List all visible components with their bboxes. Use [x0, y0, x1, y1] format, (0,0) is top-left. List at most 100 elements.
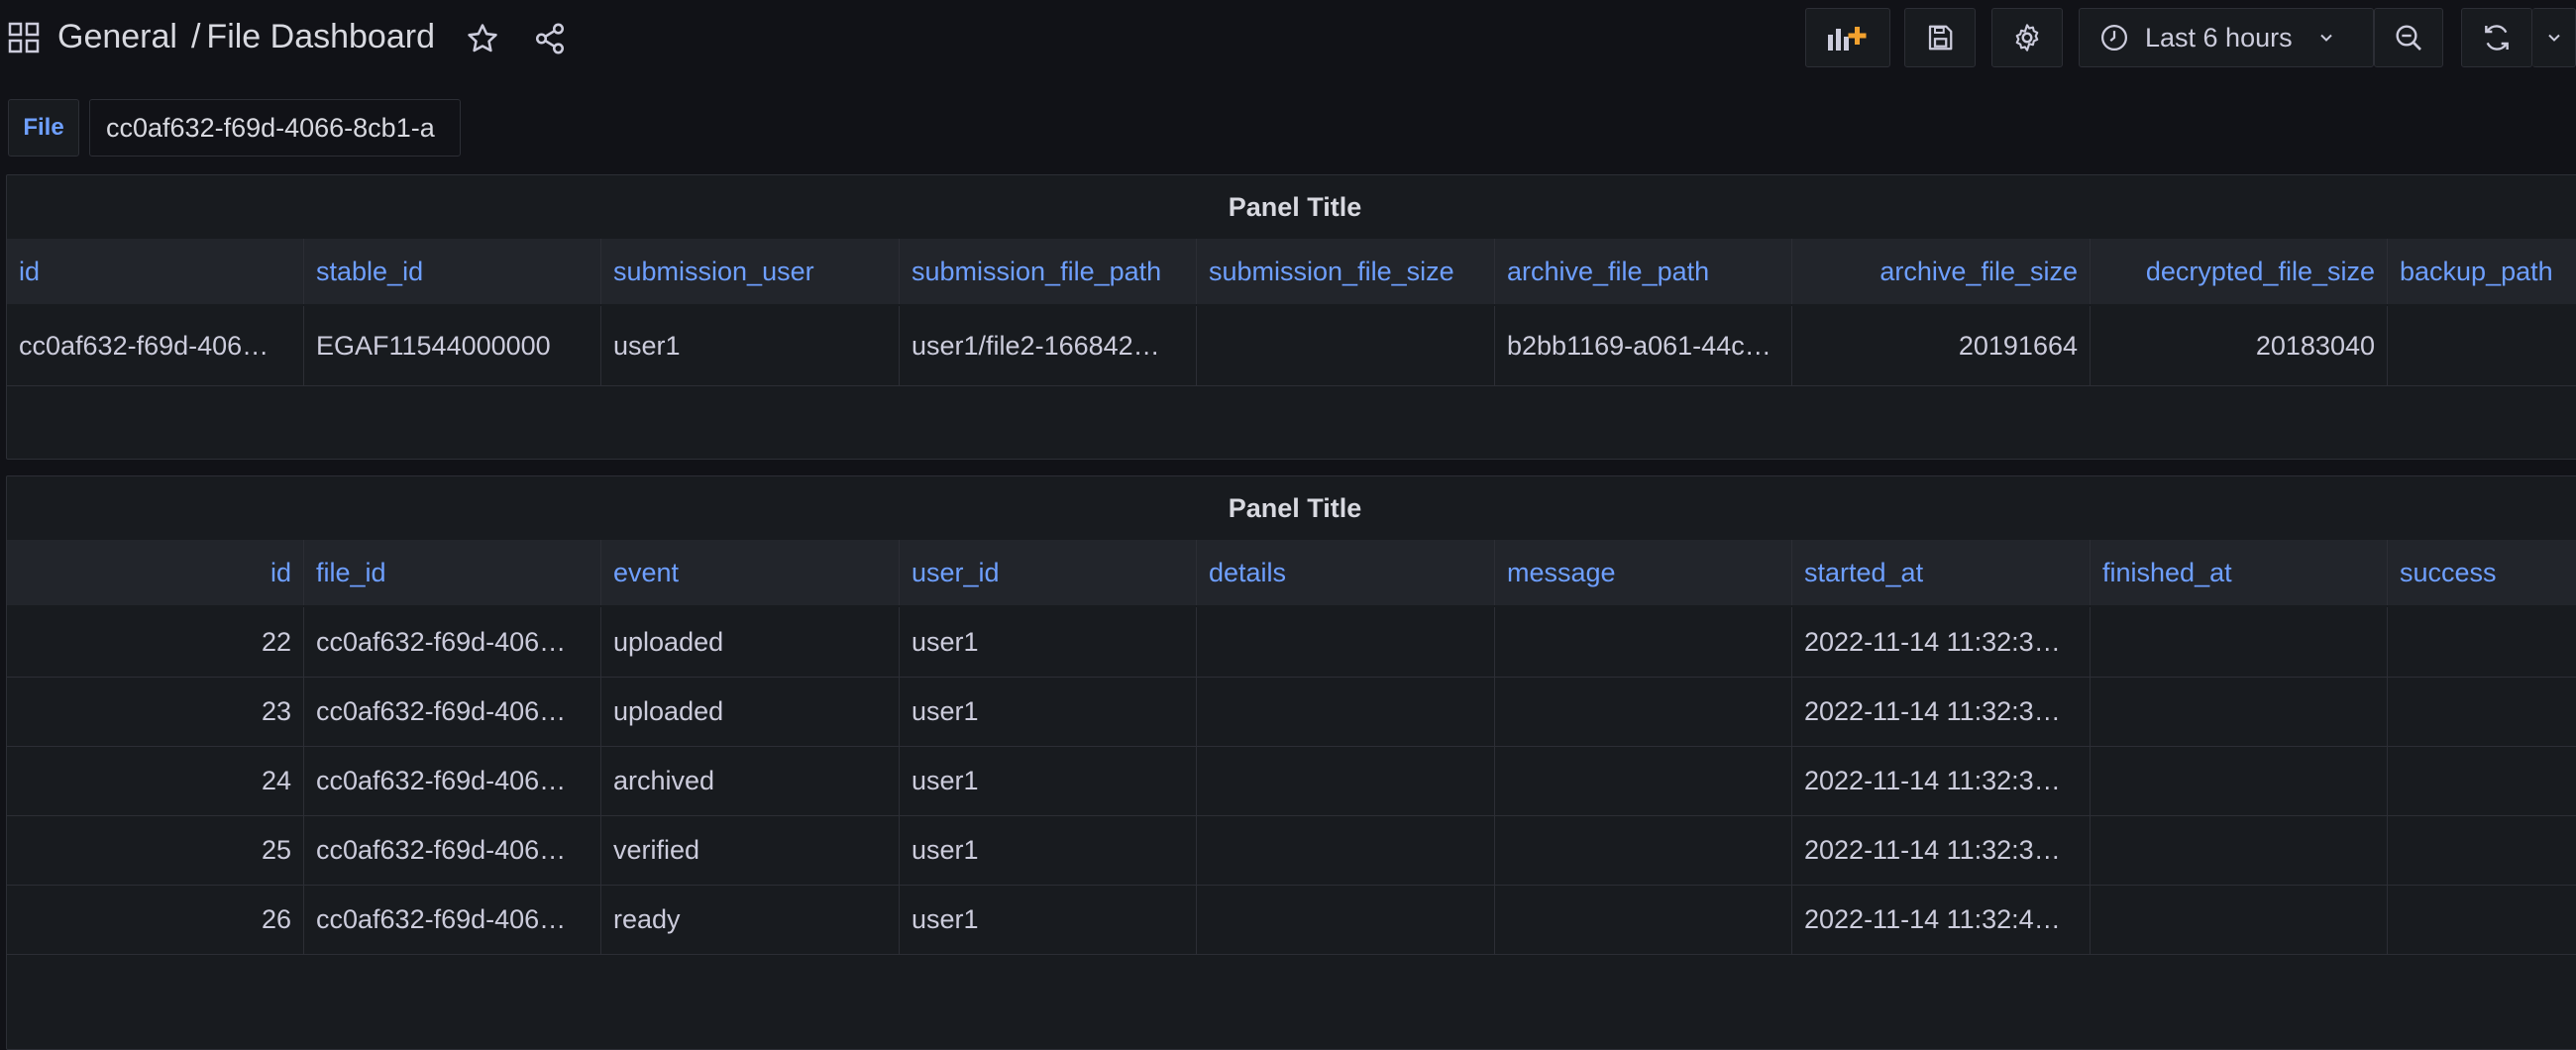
column-header[interactable]: finished_at: [2091, 540, 2388, 605]
table-cell: 2022-11-14 11:32:3…: [1792, 746, 2091, 815]
table-cell: [2388, 815, 2576, 885]
table-header: id stable_id submission_user submission_fil…: [7, 239, 2576, 304]
table-cell: cc0af632-f69d-406…: [7, 306, 304, 385]
table-row: 22 cc0af632-f69d-406… uploaded user1 2022-11…: [7, 607, 2576, 678]
table-cell: verified: [601, 815, 900, 885]
refresh-icon: [2485, 25, 2509, 51]
column-header[interactable]: archive_file_path: [1495, 239, 1792, 304]
table-cell: cc0af632-f69d-406…: [304, 885, 601, 954]
table-cell: ready: [601, 885, 900, 954]
save-dashboard-button[interactable]: [1904, 8, 1976, 67]
table-cell: 24: [7, 746, 304, 815]
file-panel: Panel Title id stable_id submission_user su…: [6, 174, 2576, 460]
save-icon: [1928, 25, 1953, 51]
table-cell: [1495, 885, 1792, 954]
table-header: id file_id event user_id details message start…: [7, 540, 2576, 605]
table-cell: 2022-11-14 11:32:3…: [1792, 677, 2091, 746]
table-cell: 2022-11-14 11:32:4…: [1792, 885, 2091, 954]
column-header[interactable]: id: [7, 540, 304, 605]
table-row: 25 cc0af632-f69d-406… verified user1 2022-11…: [7, 815, 2576, 886]
table-cell: 20191664: [1792, 306, 2091, 385]
table-cell: user1: [900, 815, 1197, 885]
table-cell: [1495, 607, 1792, 677]
add-panel-button[interactable]: [1805, 8, 1890, 67]
table-cell: 22: [7, 607, 304, 677]
column-header[interactable]: backup_path: [2388, 239, 2576, 304]
table-cell: cc0af632-f69d-406…: [304, 677, 601, 746]
table-cell: user1: [900, 746, 1197, 815]
breadcrumb: General / File Dashboard: [57, 18, 449, 56]
column-header[interactable]: submission_file_size: [1197, 239, 1495, 304]
table-row: cc0af632-f69d-406… EGAF11544000000 user1 us…: [7, 306, 2576, 386]
table-cell: [2388, 885, 2576, 954]
column-header[interactable]: success: [2388, 540, 2576, 605]
refresh-interval-dropdown[interactable]: [2532, 8, 2576, 67]
table-cell: 20183040: [2091, 306, 2388, 385]
dashboard-settings-button[interactable]: [1991, 8, 2063, 67]
gear-icon: [2015, 24, 2039, 52]
table-cell: [1495, 815, 1792, 885]
table-cell: 2022-11-14 11:32:3…: [1792, 607, 2091, 677]
share-icon[interactable]: [533, 22, 567, 55]
table-cell: [2388, 306, 2576, 385]
zoom-out-icon: [2396, 25, 2421, 51]
column-header[interactable]: event: [601, 540, 900, 605]
events-panel: Panel Title id file_id event user_id details…: [6, 475, 2576, 1050]
table-cell: [2388, 607, 2576, 677]
table-cell: cc0af632-f69d-406…: [304, 607, 601, 677]
table-cell: [1197, 746, 1495, 815]
breadcrumb-separator: /: [190, 18, 201, 55]
table-cell: EGAF11544000000: [304, 306, 601, 385]
add-panel-icon: [1828, 27, 1867, 51]
table-cell: user1: [900, 607, 1197, 677]
dashboard-title[interactable]: File Dashboard: [206, 18, 435, 55]
table-cell: [2091, 815, 2388, 885]
breadcrumb-folder[interactable]: General: [57, 18, 177, 55]
column-header[interactable]: id: [7, 239, 304, 304]
column-header[interactable]: submission_file_path: [900, 239, 1197, 304]
column-header[interactable]: message: [1495, 540, 1792, 605]
table-cell: 2022-11-14 11:32:3…: [1792, 815, 2091, 885]
column-header[interactable]: stable_id: [304, 239, 601, 304]
table-cell: cc0af632-f69d-406…: [304, 815, 601, 885]
column-header[interactable]: user_id: [900, 540, 1197, 605]
clock-icon: [2101, 25, 2127, 51]
dashboards-grid-icon[interactable]: [8, 22, 40, 53]
column-header[interactable]: decrypted_file_size: [2091, 239, 2388, 304]
star-icon[interactable]: [466, 22, 499, 55]
table-row: 24 cc0af632-f69d-406… archived user1 2022-11…: [7, 746, 2576, 816]
table-cell: [1495, 746, 1792, 815]
table-cell: user1: [900, 885, 1197, 954]
file-variable-input[interactable]: cc0af632-f69d-4066-8cb1-a: [89, 99, 461, 157]
table-cell: [2091, 607, 2388, 677]
panel-title[interactable]: Panel Title: [7, 175, 2576, 239]
column-header[interactable]: file_id: [304, 540, 601, 605]
table-cell: user1: [601, 306, 900, 385]
table-cell: uploaded: [601, 677, 900, 746]
table-cell: b2bb1169-a061-44c…: [1495, 306, 1792, 385]
table-cell: archived: [601, 746, 900, 815]
column-header[interactable]: archive_file_size: [1792, 239, 2091, 304]
table-cell: 23: [7, 677, 304, 746]
table-cell: [2091, 677, 2388, 746]
chevron-down-icon: [2547, 34, 2560, 42]
time-range-picker[interactable]: Last 6 hours: [2079, 8, 2374, 67]
table-row: 23 cc0af632-f69d-406… uploaded user1 2022-11…: [7, 677, 2576, 747]
table-cell: [2091, 746, 2388, 815]
column-header[interactable]: started_at: [1792, 540, 2091, 605]
panel-title[interactable]: Panel Title: [7, 476, 2576, 540]
table-cell: [1197, 885, 1495, 954]
table-row: 26 cc0af632-f69d-406… ready user1 2022-11-14…: [7, 885, 2576, 955]
table-cell: [1197, 815, 1495, 885]
column-header[interactable]: submission_user: [601, 239, 900, 304]
table-cell: uploaded: [601, 607, 900, 677]
table-cell: [2388, 677, 2576, 746]
refresh-button[interactable]: [2461, 8, 2532, 67]
table-cell: 25: [7, 815, 304, 885]
table-cell: [1495, 677, 1792, 746]
column-header[interactable]: details: [1197, 540, 1495, 605]
table-cell: [1197, 677, 1495, 746]
zoom-out-button[interactable]: [2374, 8, 2443, 67]
table-cell: 26: [7, 885, 304, 954]
table-cell: [1197, 607, 1495, 677]
